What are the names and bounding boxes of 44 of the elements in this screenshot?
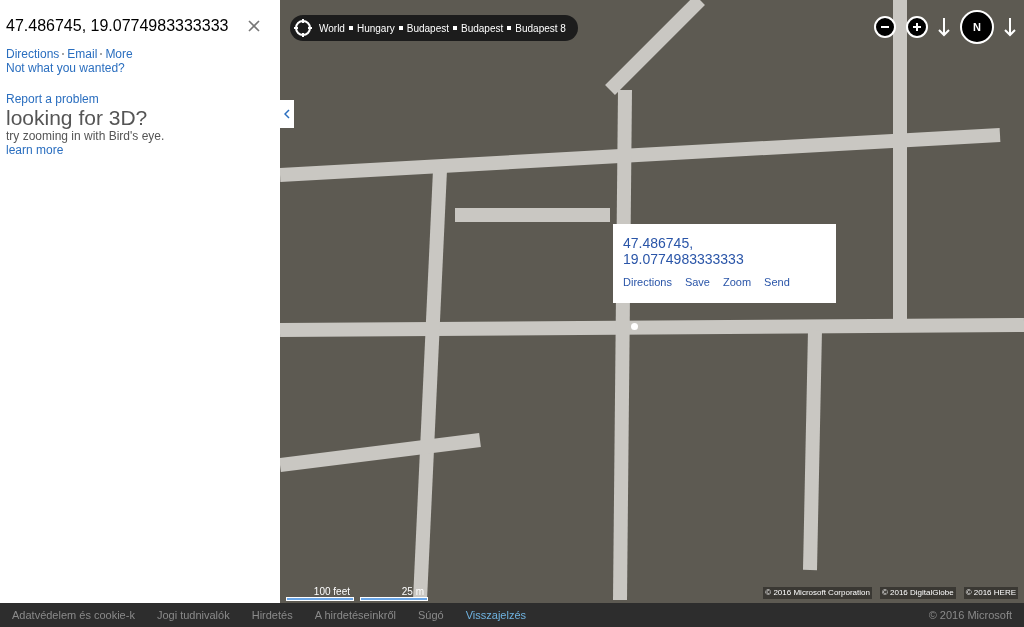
location-pin xyxy=(631,323,638,330)
action-link[interactable]: More xyxy=(105,47,133,61)
crosshair-icon[interactable] xyxy=(293,18,313,38)
separator-dot xyxy=(100,53,103,55)
plus-icon xyxy=(912,22,922,32)
copyright-text: © 2016 HERE xyxy=(963,587,1018,599)
copyright-text: © 2016 DigitalGlobe xyxy=(879,587,956,599)
compass-button[interactable]: N xyxy=(960,10,994,44)
scale-bar xyxy=(286,597,354,601)
copyright-text: © 2016 Microsoft Corporation xyxy=(763,587,872,599)
tilt-arrow-icon[interactable] xyxy=(938,17,950,37)
footer-link[interactable]: Adatvédelem és cookie-k xyxy=(12,606,135,624)
breadcrumb-link[interactable]: Budapest xyxy=(461,20,504,36)
zoom-out-button[interactable] xyxy=(874,16,896,38)
popup-action-link[interactable]: Zoom xyxy=(723,274,752,291)
footer-link[interactable]: A hirdetéseinkről xyxy=(314,606,396,624)
footer-link[interactable]: Visszajelzés xyxy=(465,606,526,624)
footer-link[interactable]: Jogi tudnivalók xyxy=(156,606,230,624)
zoom-in-button[interactable] xyxy=(906,16,928,38)
close-icon[interactable] xyxy=(248,20,260,32)
promo-text: try zooming in with Bird's eye. xyxy=(6,130,166,143)
not-wanted-link[interactable]: Not what you wanted? xyxy=(6,61,274,75)
footer-link[interactable]: Hirdetés xyxy=(251,606,293,624)
chevron-left-icon xyxy=(284,109,290,119)
popup-title: 47.486745, 19.0774983333333 xyxy=(623,235,745,267)
breadcrumb-link[interactable]: Budapest 8 xyxy=(515,20,566,36)
action-link[interactable]: Email xyxy=(67,47,98,61)
scale-bar xyxy=(360,597,428,601)
breadcrumb-link[interactable]: World xyxy=(319,20,345,36)
report-link[interactable]: Report a problem xyxy=(6,92,274,106)
popup-action-link[interactable]: Save xyxy=(684,274,710,291)
popup-action-link[interactable]: Send xyxy=(764,274,790,291)
rotate-arrow-icon[interactable] xyxy=(1004,17,1016,37)
footer-link[interactable]: Súgó xyxy=(418,606,444,624)
breadcrumb-link[interactable]: Hungary xyxy=(356,20,395,36)
location-title: 47.486745, 19.0774983333333 xyxy=(6,16,229,36)
action-link[interactable]: Directions xyxy=(6,47,60,61)
separator-dot xyxy=(62,53,65,55)
learn-more-link[interactable]: learn more xyxy=(6,143,274,157)
scale-label: 100 feet xyxy=(313,586,351,597)
footer-copyright: © 2016 Microsoft xyxy=(928,607,1012,623)
breadcrumb-link[interactable]: Budapest xyxy=(406,20,449,36)
promo-heading: looking for 3D? xyxy=(6,106,149,130)
popup-action-link[interactable]: Directions xyxy=(623,274,672,291)
